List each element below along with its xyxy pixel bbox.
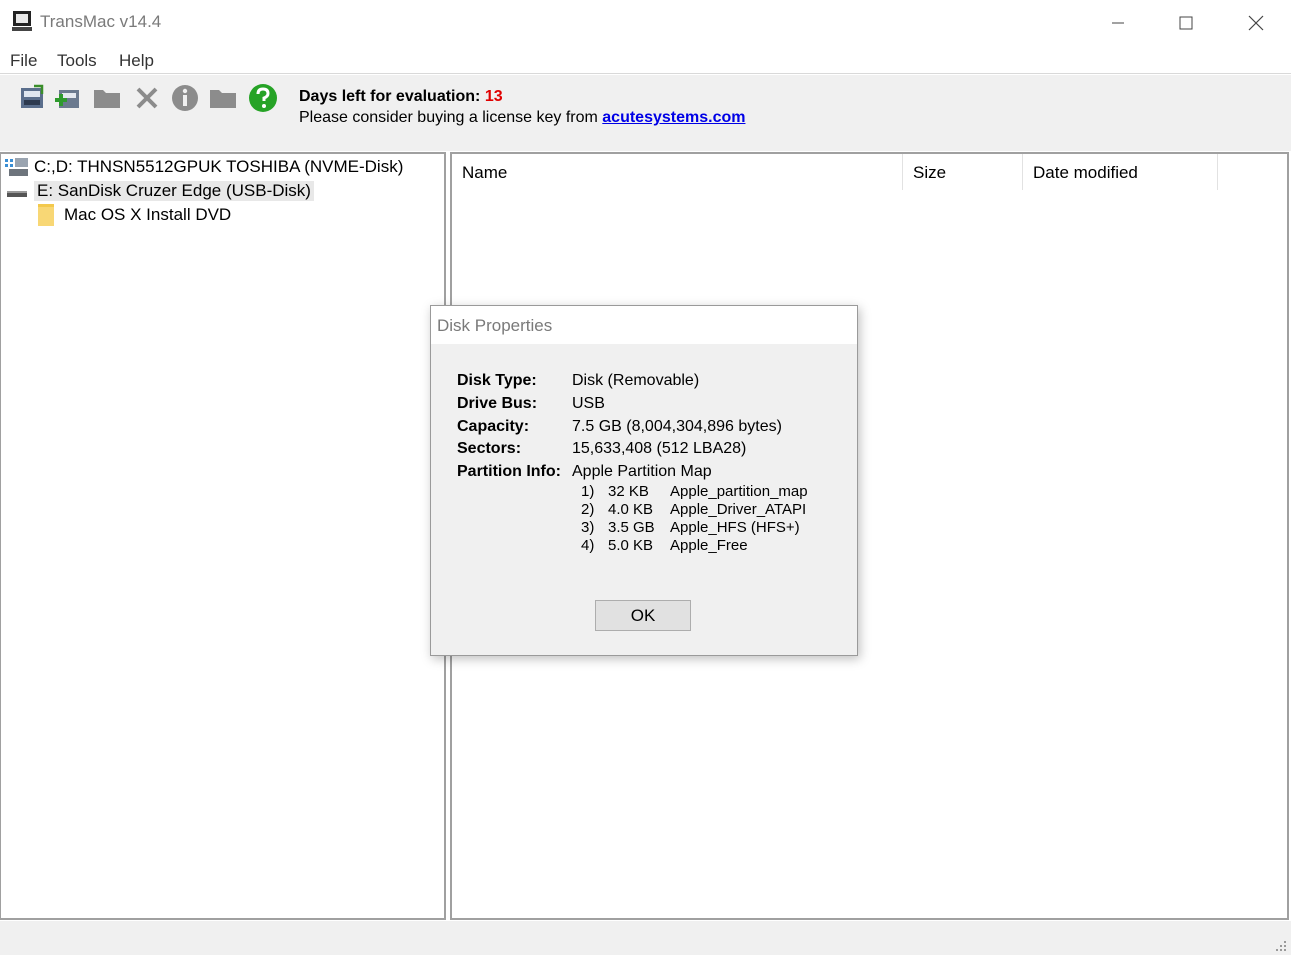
prop-value: Apple Partition Map [572, 463, 712, 480]
tree-item-label: C:,D: THNSN5512GPUK TOSHIBA (NVME-Disk) [34, 157, 404, 176]
menu-tools[interactable]: Tools [57, 51, 97, 71]
partition-name: Apple_Free [670, 537, 748, 554]
prop-value: 7.5 GB (8,004,304,896 bytes) [572, 418, 782, 435]
tree-item-volume[interactable]: Mac OS X Install DVD [35, 204, 231, 226]
license-notice: Please consider buying a license key fro… [299, 109, 745, 127]
title-bar: TransMac v14.4 [0, 0, 1291, 46]
resize-grip-icon[interactable] [1275, 939, 1287, 951]
transmac-app-icon [11, 10, 33, 32]
tree-item-label: E: SanDisk Cruzer Edge (USB-Disk) [34, 181, 314, 201]
info-icon[interactable] [170, 83, 200, 113]
ok-button[interactable]: OK [595, 600, 691, 631]
partition-number: 2) [581, 501, 595, 518]
folder-icon[interactable] [92, 83, 122, 113]
disk-tree-icon [5, 156, 29, 178]
column-header-name[interactable]: Name [452, 154, 903, 190]
partition-size: 3.5 GB [608, 519, 655, 536]
tree-item-label: Mac OS X Install DVD [64, 205, 232, 224]
partition-number: 3) [581, 519, 595, 536]
volume-folder-icon [35, 204, 59, 226]
menu-bar: File Tools Help [0, 46, 1291, 74]
close-button[interactable] [1222, 0, 1290, 46]
prop-label: Partition Info: [457, 463, 561, 480]
prop-label: Sectors: [457, 440, 522, 457]
prop-label: Disk Type: [457, 372, 537, 389]
evaluation-label: Days left for evaluation: [299, 88, 481, 105]
partition-size: 5.0 KB [608, 537, 654, 554]
column-header-size[interactable]: Size [903, 154, 1023, 190]
disk-tree-pane[interactable]: C:,D: THNSN5512GPUK TOSHIBA (NVME-Disk) … [0, 152, 446, 920]
license-link[interactable]: acutesystems.com [602, 109, 745, 126]
partition-name: Apple_HFS (HFS+) [670, 519, 800, 536]
delete-icon[interactable] [132, 83, 162, 113]
usb-drive-icon [5, 180, 29, 202]
dialog-title: Disk Properties [431, 306, 857, 344]
tree-item-usb-disk[interactable]: E: SanDisk Cruzer Edge (USB-Disk) [5, 180, 314, 202]
help-icon[interactable] [248, 83, 278, 113]
prop-value: Disk (Removable) [572, 372, 700, 389]
column-header-date-modified[interactable]: Date modified [1023, 154, 1218, 190]
prop-label: Drive Bus: [457, 395, 538, 412]
minimize-button[interactable] [1084, 0, 1152, 46]
partition-name: Apple_partition_map [670, 483, 808, 500]
prop-value: 15,633,408 (512 LBA28) [572, 440, 747, 457]
status-bar [0, 921, 1291, 955]
evaluation-days-count: 13 [484, 88, 503, 105]
folder-icon[interactable] [208, 83, 238, 113]
menu-file[interactable]: File [10, 51, 37, 71]
disk-properties-dialog: Disk Properties Disk Type: Disk (Removab… [430, 305, 858, 656]
tree-item-system-disk[interactable]: C:,D: THNSN5512GPUK TOSHIBA (NVME-Disk) [5, 156, 403, 178]
toolbar: Days left for evaluation: 13 Please cons… [0, 75, 1291, 151]
maximize-button[interactable] [1152, 0, 1220, 46]
prop-value: USB [572, 395, 605, 412]
evaluation-notice: Days left for evaluation: 13 [299, 88, 503, 106]
add-disk-icon[interactable] [52, 83, 82, 113]
partition-number: 1) [581, 483, 595, 500]
partition-size: 32 KB [608, 483, 649, 500]
partition-number: 4) [581, 537, 595, 554]
window-title: TransMac v14.4 [40, 12, 162, 31]
license-text: Please consider buying a license key fro… [299, 109, 598, 126]
prop-label: Capacity: [457, 418, 530, 435]
partition-size: 4.0 KB [608, 501, 654, 518]
menu-help[interactable]: Help [119, 51, 154, 71]
disk-image-icon[interactable] [17, 83, 47, 113]
partition-name: Apple_Driver_ATAPI [670, 501, 807, 518]
